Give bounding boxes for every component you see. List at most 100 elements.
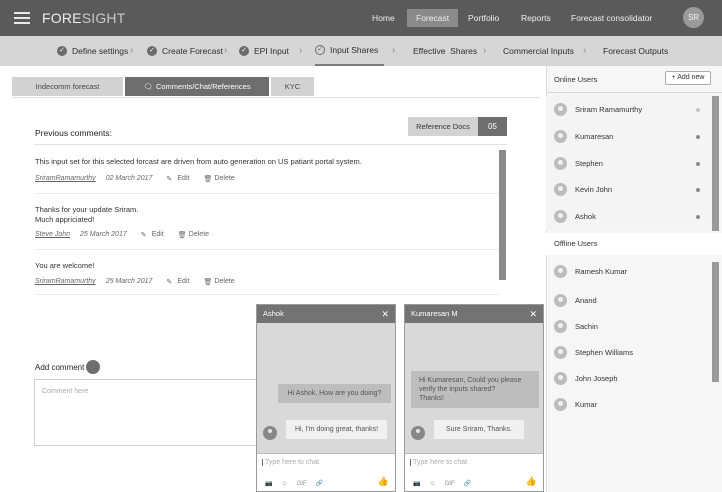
chat-window-kumaresan: Kumaresan M ✕ Hi Kumaresan, Could you pl…: [404, 304, 544, 492]
user-avatar[interactable]: SR: [683, 7, 704, 28]
previous-comments-title: Previous comments:: [35, 128, 112, 138]
comment-text: This input set for this selected forcast…: [35, 157, 362, 166]
pencil-icon: ✎: [166, 176, 173, 183]
emoji-icon[interactable]: ☺: [281, 481, 287, 487]
tab-kyc[interactable]: KYC: [271, 77, 314, 96]
edit-comment-button[interactable]: ✎ Edit: [166, 278, 189, 286]
chevron-right-icon: ›: [583, 45, 587, 56]
online-users-scrollbar[interactable]: [712, 96, 719, 231]
check-circle-icon: ✓: [239, 46, 249, 56]
thumbs-up-icon[interactable]: 👍: [378, 476, 389, 487]
chat-input[interactable]: Type here to chat 📷 ☺ GIF 🔗 👍: [405, 453, 543, 491]
tab-indecomm-forecast[interactable]: Indecomm forecast: [12, 77, 123, 96]
nav-home[interactable]: Home: [372, 9, 395, 27]
step-effective-shares[interactable]: Effective Shares: [413, 36, 477, 66]
app-logo[interactable]: FORESIGHT: [42, 10, 125, 26]
step-create-forecast[interactable]: ✓ Create Forecast: [147, 36, 223, 66]
comment-meta: SriramRamamurthy 25 March 2017 ✎ Edit 🗑 De…: [35, 278, 235, 286]
online-user-item[interactable]: Sriram Ramamurthy: [546, 96, 716, 123]
online-user-item[interactable]: Kumaresan: [546, 123, 716, 150]
nav-reports[interactable]: Reports: [521, 9, 551, 27]
contact-avatar-icon: [411, 426, 425, 440]
add-comment-label: Add comment: [35, 363, 85, 372]
tab-underline: [12, 97, 540, 98]
menu-icon[interactable]: [14, 12, 30, 24]
online-user-item[interactable]: Ashok: [546, 203, 716, 230]
nav-forecast[interactable]: Forecast: [407, 9, 459, 27]
delete-comment-button[interactable]: 🗑 Delete: [203, 175, 234, 183]
offline-user-item[interactable]: Anand: [546, 287, 716, 314]
comment-date: 25 March 2017: [105, 278, 153, 285]
chat-toolbar: 📷 ☺ GIF 🔗: [265, 480, 323, 488]
check-circle-outline-icon: ✓: [315, 45, 325, 55]
comment-author[interactable]: SriramRamamurthy: [35, 175, 96, 182]
offline-user-item[interactable]: Ramesh Kumar: [546, 258, 716, 285]
delete-comment-button[interactable]: 🗑 Delete: [203, 278, 234, 286]
offline-user-item[interactable]: Stephen Williams: [546, 339, 716, 366]
comment-meta: Steve John 25 March 2017 ✎ Edit 🗑 Delete: [35, 231, 209, 239]
comment-author[interactable]: SriramRamamurthy: [35, 278, 96, 285]
attach-icon[interactable]: 🔗: [316, 480, 323, 487]
contact-avatar-icon: [263, 426, 277, 440]
nav-forecast-consolidator[interactable]: Forecast consolidator: [571, 9, 652, 27]
status-dot: [696, 107, 700, 112]
comments-scrollbar[interactable]: [499, 150, 506, 280]
check-circle-icon: ✓: [147, 46, 157, 56]
reference-docs-button[interactable]: Reference Docs: [408, 117, 478, 136]
chat-input[interactable]: Type here to chat 📷 ☺ GIF 🔗 👍: [257, 453, 395, 491]
delete-comment-button[interactable]: 🗑 Delete: [178, 231, 209, 239]
gif-icon[interactable]: GIF: [297, 481, 307, 487]
chat-header[interactable]: Kumaresan M ✕: [405, 305, 543, 323]
edit-comment-button[interactable]: ✎ Edit: [166, 175, 189, 183]
tab-comments-chat-references[interactable]: 🗨 Comments/Chat/References: [125, 77, 269, 96]
thumbs-up-icon[interactable]: 👍: [526, 476, 537, 487]
comment-divider: [34, 249, 499, 250]
step-input-shares[interactable]: ✓ Input Shares: [315, 36, 385, 66]
offline-user-item[interactable]: John Joseph: [546, 365, 716, 392]
chat-header[interactable]: Ashok ✕: [257, 305, 395, 323]
user-avatar-icon: [554, 157, 567, 170]
nav-portfolio[interactable]: Portfolio: [468, 9, 499, 27]
comment-textarea[interactable]: Comment here: [34, 379, 264, 446]
sent-message: Hi Kumaresan, Could you please verify th…: [411, 371, 539, 408]
pencil-icon: ✎: [166, 279, 173, 286]
chat-window-ashok: Ashok ✕ Hi Ashok, How are you doing? Hi,…: [256, 304, 396, 492]
comment-author[interactable]: Steve John: [35, 231, 70, 238]
reference-docs-count[interactable]: 05: [478, 117, 507, 136]
chat-input-placeholder: Type here to chat: [262, 459, 319, 466]
panel-divider: [546, 92, 722, 93]
step-define-settings[interactable]: ✓ Define settings: [57, 36, 128, 66]
user-avatar-icon: [554, 265, 567, 278]
attach-icon[interactable]: 🔗: [464, 480, 471, 487]
trash-icon: 🗑: [203, 279, 213, 286]
online-user-item[interactable]: Stephen: [546, 150, 716, 177]
camera-icon[interactable]: 📷: [265, 480, 272, 487]
offline-users-scrollbar[interactable]: [712, 262, 719, 382]
close-icon[interactable]: ✕: [529, 305, 537, 323]
add-new-user-button[interactable]: + Add new: [665, 71, 711, 85]
comment-date: 02 March 2017: [105, 175, 153, 182]
close-icon[interactable]: ✕: [381, 305, 389, 323]
step-forecast-outputs[interactable]: Forecast Outputs: [603, 36, 668, 66]
section-divider: [34, 144, 507, 145]
offline-user-item[interactable]: Sachin: [546, 313, 716, 340]
status-dot: [696, 214, 700, 219]
comment-divider: [34, 294, 499, 295]
chat-bubbles-icon: [86, 360, 100, 374]
status-dot: [696, 134, 700, 139]
comment-text: Thanks for your update Sriram. Much appr…: [35, 205, 139, 224]
user-avatar-icon: [554, 210, 567, 223]
camera-icon[interactable]: 📷: [413, 480, 420, 487]
gif-icon[interactable]: GIF: [445, 481, 455, 487]
step-commercial-inputs[interactable]: Commercial Inputs: [503, 36, 574, 66]
offline-user-item[interactable]: Kumar: [546, 391, 716, 418]
edit-comment-button[interactable]: ✎ Edit: [141, 231, 164, 239]
emoji-icon[interactable]: ☺: [429, 481, 435, 487]
check-circle-icon: ✓: [57, 46, 67, 56]
step-epi-input[interactable]: ✓ EPI Input: [239, 36, 289, 66]
chevron-right-icon: ›: [392, 45, 396, 56]
status-dot: [696, 161, 700, 166]
comment-meta: SriramRamamurthy 02 March 2017 ✎ Edit 🗑 De…: [35, 175, 235, 183]
comment-text: You are welcome!: [35, 261, 95, 270]
online-user-item[interactable]: Kevin John: [546, 176, 716, 203]
